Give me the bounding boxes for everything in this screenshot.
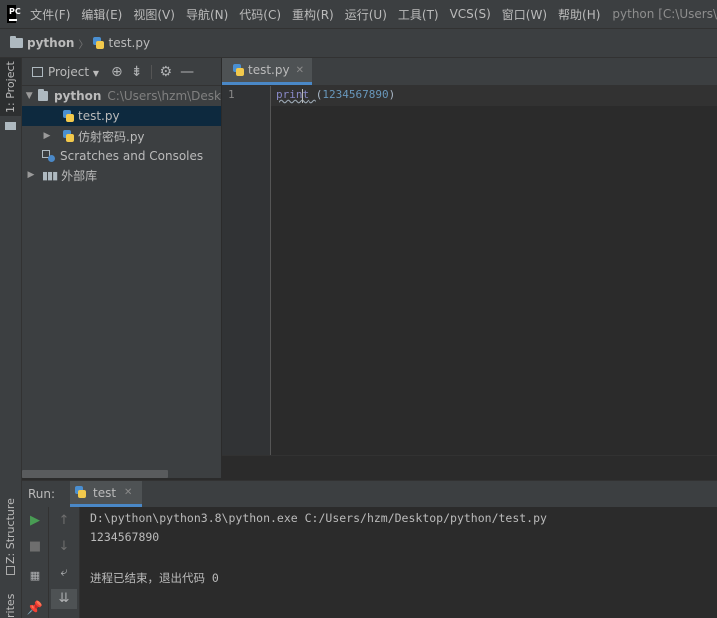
expand-arrow-icon[interactable]: ▶	[40, 131, 54, 141]
library-icon: ▮▮▮	[42, 168, 58, 182]
tree-item-label: test.py	[78, 109, 120, 123]
python-file-icon	[62, 129, 75, 143]
pycharm-logo: PC	[7, 5, 21, 23]
tree-root-label: python	[53, 89, 102, 103]
menu-vcs[interactable]: VCS(S)	[445, 7, 497, 21]
window-title: python [C:\Users\	[612, 7, 717, 21]
navigation-bar: python 〉 test.py	[0, 29, 717, 58]
locate-icon[interactable]: ⊕	[111, 64, 123, 80]
code-function: print	[276, 88, 310, 101]
breadcrumb-file[interactable]: test.py	[108, 36, 150, 50]
menu-edit[interactable]: 编辑(E)	[76, 6, 128, 23]
menu-refactor[interactable]: 重构(R)	[287, 6, 340, 23]
menu-tools[interactable]: 工具(T)	[393, 6, 445, 23]
text-cursor	[302, 89, 303, 103]
editor-tab-bar: test.py ✕	[222, 58, 717, 86]
breadcrumb-separator-icon: 〉	[78, 39, 89, 51]
code-paren-close: )	[388, 88, 396, 101]
menu-help[interactable]: 帮助(H)	[553, 6, 606, 23]
layout-icon[interactable]: ▦	[22, 569, 48, 582]
structure-tool-tab[interactable]: Z: Structure	[0, 498, 21, 564]
python-file-icon	[92, 36, 105, 50]
tree-item-label: 外部库	[61, 168, 98, 183]
project-view-dropdown[interactable]: Project ▼	[48, 65, 99, 79]
python-run-icon	[74, 486, 87, 499]
line-number: 1	[228, 88, 235, 101]
code-number: 1234567890	[322, 88, 389, 101]
tree-item-label: 仿射密码.py	[78, 129, 145, 144]
run-tab-test[interactable]: test ✕	[70, 481, 142, 507]
code-line[interactable]: print (1234567890)	[276, 88, 395, 101]
breadcrumb-project[interactable]: python	[27, 36, 74, 50]
python-file-icon	[62, 109, 75, 123]
project-folder-icon	[5, 122, 16, 130]
menu-view[interactable]: 视图(V)	[128, 6, 181, 23]
project-view-icon	[32, 66, 43, 77]
tree-item-test-py[interactable]: test.py	[22, 106, 221, 126]
tree-item-scratches[interactable]: Scratches and Consoles	[22, 146, 221, 166]
tree-root-python[interactable]: ▼ python C:\Users\hzm\Desk	[22, 86, 221, 106]
editor-tab-label: test.py	[248, 63, 290, 77]
tree-item-affine-cipher[interactable]: ▶ 仿射密码.py	[22, 126, 221, 146]
close-icon[interactable]: ✕	[296, 65, 304, 76]
expand-arrow-icon[interactable]: ▶	[24, 170, 38, 180]
menu-file[interactable]: 文件(F)	[25, 6, 76, 23]
rerun-icon[interactable]: ▶	[22, 513, 48, 528]
menu-code[interactable]: 代码(C)	[234, 6, 287, 23]
arrow-down-icon[interactable]: ↓	[51, 539, 77, 554]
collapse-all-icon[interactable]: ⇟	[131, 64, 143, 80]
console-line-output: 1234567890	[90, 530, 160, 544]
python-file-icon	[232, 63, 245, 77]
code-editor[interactable]: print (1234567890)	[271, 86, 717, 455]
favorites-tool-tab[interactable]: rites	[0, 594, 21, 618]
run-console[interactable]: D:\python\python3.8\python.exe C:/Users/…	[80, 507, 717, 618]
soft-wrap-icon[interactable]: ⤶	[51, 565, 77, 580]
console-line-exit: 进程已结束，退出代码 0	[90, 571, 219, 585]
tree-item-external-libraries[interactable]: ▶ ▮▮▮ 外部库	[22, 165, 221, 185]
menu-navigate[interactable]: 导航(N)	[181, 6, 234, 23]
tree-root-path: C:\Users\hzm\Desk	[107, 89, 221, 103]
editor-gutter: 1	[222, 86, 271, 455]
pin-icon[interactable]: 📌	[22, 601, 48, 616]
scratches-icon	[42, 150, 55, 162]
editor-tab-test-py[interactable]: test.py ✕	[222, 58, 312, 85]
tree-item-label: Scratches and Consoles	[60, 149, 204, 163]
run-toolbar-primary: ▶ ■ ▦ 📌	[22, 507, 49, 618]
project-toolbar: Project ▼ ⊕ ⇟ ⚙ —	[22, 58, 221, 86]
chevron-down-icon: ▼	[92, 68, 100, 78]
folder-icon	[10, 36, 23, 48]
run-toolbar-secondary: ↑ ↓ ⤶ ⇊	[49, 507, 80, 618]
toolbar-divider	[150, 64, 152, 79]
arrow-up-icon[interactable]: ↑	[51, 513, 77, 528]
expand-arrow-icon[interactable]: ▼	[24, 91, 34, 101]
menu-run[interactable]: 运行(U)	[340, 6, 393, 23]
run-panel-header: Run: test ✕	[22, 480, 717, 508]
run-label: Run:	[28, 487, 56, 501]
close-icon[interactable]: ✕	[124, 487, 132, 498]
menu-window[interactable]: 窗口(W)	[497, 6, 553, 23]
stop-icon[interactable]: ■	[22, 539, 48, 554]
menu-bar: PC 文件(F) 编辑(E) 视图(V) 导航(N) 代码(C) 重构(R) 运…	[0, 0, 717, 29]
run-tab-label: test	[93, 485, 117, 500]
structure-icon	[6, 566, 15, 575]
project-tool-tab[interactable]: 1: Project	[0, 58, 21, 116]
scroll-to-end-icon[interactable]: ⇊	[51, 589, 77, 609]
project-horizontal-scrollbar[interactable]	[22, 470, 168, 478]
console-line-command: D:\python\python3.8\python.exe C:/Users/…	[90, 511, 547, 525]
editor-bottom-area	[222, 455, 717, 481]
hide-panel-icon[interactable]: —	[180, 64, 194, 80]
left-tool-strip: 1: Project Z: Structure rites	[0, 58, 22, 618]
folder-icon	[38, 89, 48, 101]
gear-icon[interactable]: ⚙	[160, 64, 173, 80]
